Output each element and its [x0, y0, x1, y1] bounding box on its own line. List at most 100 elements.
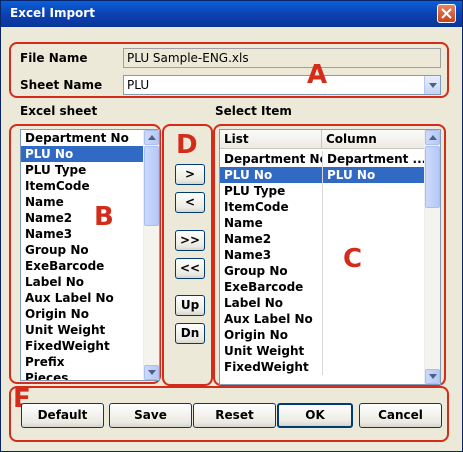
list-item[interactable]: Name3: [21, 226, 159, 242]
list-cell: Origin No: [224, 328, 288, 342]
column-header-list[interactable]: List: [220, 130, 322, 148]
column-cell: [322, 215, 427, 231]
column-cell: [322, 327, 427, 343]
table-row[interactable]: Label No: [220, 295, 427, 311]
annotation-letter-b: B: [94, 202, 114, 232]
column-cell: [322, 311, 427, 327]
table-row[interactable]: Department No Department ...: [220, 151, 427, 167]
column-cell: PLU No: [322, 167, 427, 183]
close-button[interactable]: [437, 4, 456, 23]
list-item[interactable]: Origin No: [21, 306, 159, 322]
table-row[interactable]: PLU Type: [220, 183, 427, 199]
chevron-down-icon: [148, 370, 156, 375]
scroll-thumb[interactable]: [425, 146, 440, 208]
table-row[interactable]: ExeBarcode: [220, 279, 427, 295]
list-cell: Name3: [224, 248, 272, 262]
file-name-label: File Name: [20, 51, 88, 65]
table-row[interactable]: FixedWeight: [220, 359, 427, 375]
list-cell: Name2: [224, 232, 272, 246]
column-cell: [322, 359, 427, 375]
table-row[interactable]: Name3: [220, 247, 427, 263]
column-cell: [322, 343, 427, 359]
excel-sheet-list[interactable]: Department No PLU No PLU Type ItemCode Name N…: [20, 129, 160, 381]
list-cell: ExeBarcode: [224, 280, 304, 294]
list-item[interactable]: ItemCode: [21, 178, 159, 194]
list-cell: Name: [224, 216, 263, 230]
column-cell: Department ...: [322, 151, 427, 167]
table-row[interactable]: PLU No PLU No: [220, 167, 427, 183]
annotation-letter-a: A: [307, 60, 328, 90]
grid-header: List Column: [220, 130, 427, 149]
column-cell: [322, 263, 427, 279]
list-cell: Label No: [224, 296, 284, 310]
chevron-up-icon: [148, 135, 156, 140]
list-cell: PLU No: [220, 167, 322, 183]
move-up-button[interactable]: Up: [175, 295, 205, 316]
grid-rows: Department No Department ... PLU No PLU No P…: [220, 151, 427, 384]
remove-item-button[interactable]: <: [175, 192, 205, 213]
move-down-button[interactable]: Dn: [175, 323, 205, 344]
annotation-letter-d: D: [176, 130, 198, 160]
scroll-thumb[interactable]: [144, 146, 159, 226]
list-cell: Group No: [224, 264, 288, 278]
list-item[interactable]: Group No: [21, 242, 159, 258]
cancel-button[interactable]: Cancel: [359, 403, 442, 428]
table-row[interactable]: ItemCode: [220, 199, 427, 215]
sheet-name-select[interactable]: PLU: [123, 75, 441, 95]
table-row[interactable]: Origin No: [220, 327, 427, 343]
list-item[interactable]: ExeBarcode: [21, 258, 159, 274]
sheet-dropdown-button[interactable]: [424, 76, 440, 94]
list-item[interactable]: Aux Label No: [21, 290, 159, 306]
list-item[interactable]: Label No: [21, 274, 159, 290]
excel-sheet-label: Excel sheet: [20, 104, 98, 118]
save-button[interactable]: Save: [109, 403, 192, 428]
list-item[interactable]: Unit Weight: [21, 322, 159, 338]
list-cell: ItemCode: [224, 200, 289, 214]
list-cell: Department No: [224, 152, 322, 166]
select-item-label: Select Item: [215, 104, 292, 118]
default-button[interactable]: Default: [21, 403, 104, 428]
chevron-down-icon: [429, 83, 437, 88]
grid-scrollbar[interactable]: [424, 130, 440, 384]
list-cell: Unit Weight: [224, 344, 305, 358]
add-all-button[interactable]: >>: [175, 230, 205, 251]
file-name-field: PLU Sample-ENG.xls: [123, 48, 441, 68]
column-cell: [322, 231, 427, 247]
list-item[interactable]: Pieces: [21, 370, 159, 380]
scroll-down-button[interactable]: [144, 365, 159, 380]
column-cell: [322, 279, 427, 295]
sheet-name-value: PLU: [127, 78, 150, 92]
table-row[interactable]: Name2: [220, 231, 427, 247]
column-header-column[interactable]: Column: [322, 130, 427, 148]
list-item[interactable]: FixedWeight: [21, 338, 159, 354]
close-icon: [441, 8, 452, 19]
list-item[interactable]: Name2: [21, 210, 159, 226]
column-cell: [322, 183, 427, 199]
list-item[interactable]: PLU No: [21, 146, 159, 162]
list-item[interactable]: Department No: [21, 130, 159, 146]
sheet-name-label: Sheet Name: [20, 78, 103, 92]
excel-sheet-items: Department No PLU No PLU Type ItemCode Name N…: [21, 130, 159, 380]
reset-button[interactable]: Reset: [193, 403, 276, 428]
list-item[interactable]: Prefix: [21, 354, 159, 370]
chevron-up-icon: [429, 135, 437, 140]
list-item[interactable]: Name: [21, 194, 159, 210]
select-item-grid[interactable]: List Column Department No Department ... P…: [219, 129, 441, 385]
table-row[interactable]: Aux Label No: [220, 311, 427, 327]
table-row[interactable]: Unit Weight: [220, 343, 427, 359]
list-item[interactable]: PLU Type: [21, 162, 159, 178]
table-row[interactable]: Group No: [220, 263, 427, 279]
scroll-down-button[interactable]: [425, 369, 440, 384]
excel-list-scrollbar[interactable]: [143, 130, 159, 380]
add-item-button[interactable]: >: [175, 164, 205, 185]
list-cell: FixedWeight: [224, 360, 309, 374]
scroll-up-button[interactable]: [144, 130, 159, 145]
remove-all-button[interactable]: <<: [175, 258, 205, 279]
scroll-up-button[interactable]: [425, 130, 440, 145]
table-row[interactable]: Name: [220, 215, 427, 231]
list-cell: Aux Label No: [224, 312, 313, 326]
column-cell: [322, 295, 427, 311]
title-bar[interactable]: Excel Import: [1, 1, 462, 27]
ok-button[interactable]: OK: [277, 403, 353, 428]
annotation-letter-c: C: [343, 244, 363, 274]
